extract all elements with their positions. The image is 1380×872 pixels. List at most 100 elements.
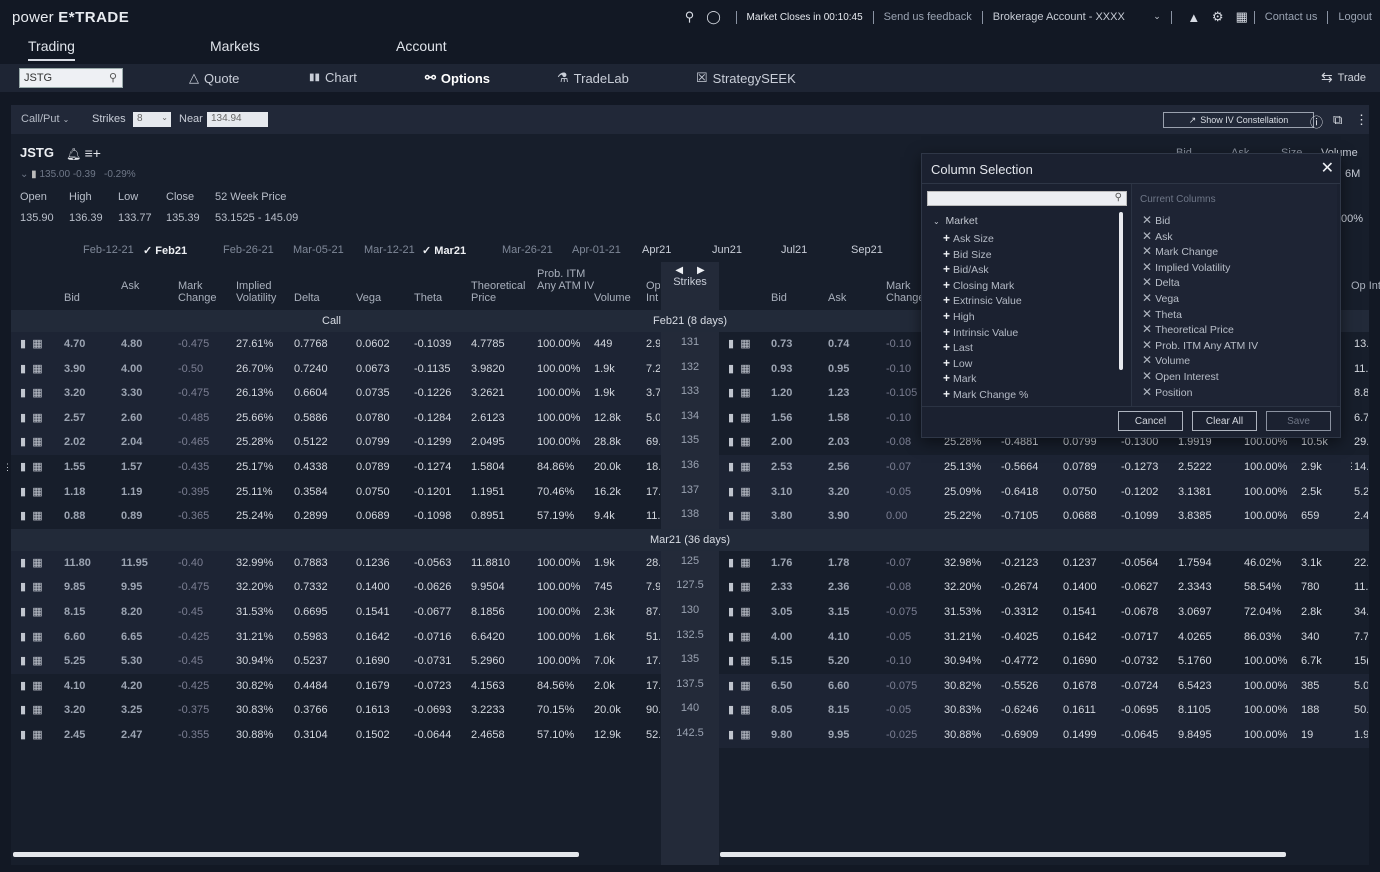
put-row[interactable]: ▮ ▦ 6.50 6.60 -0.075 30.82% -0.5526 0.1678 -0.0… [719, 673, 1369, 699]
remove-icon[interactable]: ✕ [1142, 307, 1152, 321]
call-cell-bid[interactable]: 3.90 [64, 363, 85, 375]
call-header-implied-volatility[interactable]: Implied Volatility [236, 280, 296, 304]
logout-link[interactable]: Logout [1338, 11, 1372, 23]
call-row[interactable]: ▮ ▦ 5.25 5.30 -0.45 30.94% 0.5237 0.1690 -0.073… [11, 649, 661, 674]
trade-ticket-icon[interactable]: ▮ [728, 631, 734, 643]
put-cell-0[interactable]: 3.80 [771, 510, 792, 522]
grid-icon[interactable]: ▦ [740, 680, 750, 692]
available-column-item[interactable]: + Intrinsic Value [943, 325, 1018, 339]
trade-ticket-icon[interactable]: ▮ [728, 387, 734, 399]
trade-ticket-icon[interactable]: ▮ [20, 631, 26, 643]
call-cell-ask[interactable]: 4.00 [121, 363, 142, 375]
put-row[interactable]: ▮ ▦ 2.53 2.56 -0.07 25.13% -0.5664 0.0789 -0.12… [719, 455, 1369, 480]
available-columns-scrollbar[interactable] [1119, 212, 1123, 370]
put-cell-1[interactable]: 2.03 [828, 436, 849, 448]
group-market[interactable]: ⌄ Market [933, 215, 978, 227]
call-row[interactable]: ▮ ▦ 0.88 0.89 -0.365 25.24% 0.2899 0.0689 -0.10… [11, 504, 661, 529]
call-header-volume[interactable]: Volume [594, 292, 654, 304]
call-cell-ask[interactable]: 1.19 [121, 486, 142, 498]
grid-icon[interactable]: ▦ [740, 387, 750, 399]
subnav-quote[interactable]: △ Quote [189, 70, 239, 86]
expiration-apr-01-21[interactable]: Apr-01-21 [572, 244, 621, 256]
call-cell-bid[interactable]: 11.80 [64, 557, 91, 569]
grid-icon[interactable]: ▦ [740, 581, 750, 593]
grid-icon[interactable]: ▦ [32, 510, 42, 522]
call-cell-bid[interactable]: 3.20 [64, 387, 85, 399]
expiration-sep21[interactable]: Sep21 [851, 244, 883, 256]
grid-icon[interactable]: ▦ [32, 655, 42, 667]
trade-ticket-icon[interactable]: ▮ [20, 461, 26, 473]
tab-markets[interactable]: Markets [210, 38, 260, 59]
expiration-mar-26-21[interactable]: Mar-26-21 [502, 244, 553, 256]
put-cell-0[interactable]: 4.00 [771, 631, 792, 643]
grid-icon[interactable]: ▦ [32, 704, 42, 716]
grid-icon[interactable]: ▦ [32, 461, 42, 473]
grid-icon[interactable]: ▦ [740, 631, 750, 643]
grid-icon[interactable]: ▦ [32, 338, 42, 350]
subnav-strategyseek[interactable]: ☒ StrategySEEK [696, 70, 796, 86]
popout-icon[interactable]: ⧉ [1333, 112, 1342, 128]
resize-handle-icon[interactable]: ⋮ [1347, 461, 1356, 472]
call-cell-bid[interactable]: 9.85 [64, 581, 85, 593]
grid-icon[interactable]: ▦ [740, 363, 750, 375]
call-row[interactable]: ▮ ▦ 9.85 9.95 -0.475 32.20% 0.7332 0.1400 -0.06… [11, 575, 661, 600]
put-row[interactable]: ▮ ▦ 8.05 8.15 -0.05 30.83% -0.6246 0.1611 -0.06… [719, 698, 1369, 723]
grid-icon[interactable]: ▦ [740, 704, 750, 716]
put-cell-1[interactable]: 0.74 [828, 338, 849, 350]
call-header-theta[interactable]: Theta [414, 292, 474, 304]
available-column-item[interactable]: + High [943, 309, 975, 323]
call-cell-ask[interactable]: 2.04 [121, 436, 142, 448]
call-cell-ask[interactable]: 8.20 [121, 606, 142, 618]
trade-button[interactable]: ⇆ Trade [1321, 69, 1366, 86]
grid-icon[interactable]: ▦ [740, 655, 750, 667]
call-cell-bid[interactable]: 8.15 [64, 606, 85, 618]
grid-icon[interactable]: ▦ [32, 631, 42, 643]
save-button[interactable]: Save [1266, 411, 1331, 431]
strike-prev-arrow[interactable]: ◀ [675, 265, 683, 276]
grid-icon[interactable]: ▦ [740, 412, 750, 424]
put-row[interactable]: ▮ ▦ 4.00 4.10 -0.05 31.21% -0.4025 0.1642 -0.07… [719, 625, 1369, 650]
info-icon[interactable]: ⓘ [1310, 112, 1323, 131]
put-cell-0[interactable]: 6.50 [771, 680, 792, 692]
put-cell-0[interactable]: 1.56 [771, 412, 792, 424]
put-cell-1[interactable]: 0.95 [828, 363, 849, 375]
put-cell-0[interactable]: 8.05 [771, 704, 792, 716]
trade-ticket-icon[interactable]: ▮ [728, 729, 734, 741]
tab-trading[interactable]: Trading [28, 38, 75, 61]
remove-icon[interactable]: ✕ [1142, 291, 1152, 305]
put-cell-1[interactable]: 6.60 [828, 680, 849, 692]
bell-icon[interactable]: ▲ [1186, 9, 1202, 25]
grid-icon[interactable]: ▦ [32, 363, 42, 375]
call-cell-bid[interactable]: 0.88 [64, 510, 85, 522]
plus-icon[interactable]: + [943, 262, 950, 276]
call-cell-ask[interactable]: 3.30 [121, 387, 142, 399]
plus-icon[interactable]: + [943, 340, 950, 354]
put-cell-0[interactable]: 1.20 [771, 387, 792, 399]
grid-icon[interactable]: ▦ [740, 606, 750, 618]
put-cell-1[interactable]: 3.20 [828, 486, 849, 498]
trade-ticket-icon[interactable]: ▮ [728, 412, 734, 424]
put-header-ask[interactable]: Ask [828, 292, 868, 304]
grid-icon[interactable]: ▦ [740, 729, 750, 741]
call-cell-bid[interactable]: 4.70 [64, 338, 85, 350]
call-row[interactable]: ▮ ▦ 4.70 4.80 -0.475 27.61% 0.7768 0.0602 -0.10… [11, 332, 661, 357]
put-row[interactable]: ▮ ▦ 3.05 3.15 -0.075 31.53% -0.3312 0.1541 -0.0… [719, 600, 1369, 625]
trade-ticket-icon[interactable]: ▮ [728, 557, 734, 569]
grid-icon[interactable]: ▦ [740, 436, 750, 448]
expiration-feb-26-21[interactable]: Feb-26-21 [223, 244, 274, 256]
expiration-feb21[interactable]: ✓ Feb21 [143, 244, 187, 257]
trade-ticket-icon[interactable]: ▮ [20, 436, 26, 448]
call-cell-bid[interactable]: 2.45 [64, 729, 85, 741]
grid-icon[interactable]: ▦ [32, 606, 42, 618]
available-column-item[interactable]: + Closing Mark [943, 278, 1014, 292]
call-cell-ask[interactable]: 2.60 [121, 412, 142, 424]
lightbulb-icon[interactable]: ◯ [706, 9, 722, 25]
plus-icon[interactable]: + [943, 231, 950, 245]
plus-icon[interactable]: + [943, 309, 950, 323]
trade-ticket-icon[interactable]: ▮ [728, 510, 734, 522]
put-cell-1[interactable]: 2.56 [828, 461, 849, 473]
put-row[interactable]: ▮ ▦ 5.15 5.20 -0.10 30.94% -0.4772 0.1690 -0.07… [719, 649, 1369, 674]
account-selector[interactable]: Brokerage Account - XXXX ⌄ [993, 11, 1161, 23]
trade-ticket-icon[interactable]: ▮ [20, 510, 26, 522]
call-cell-ask[interactable]: 2.47 [121, 729, 142, 741]
